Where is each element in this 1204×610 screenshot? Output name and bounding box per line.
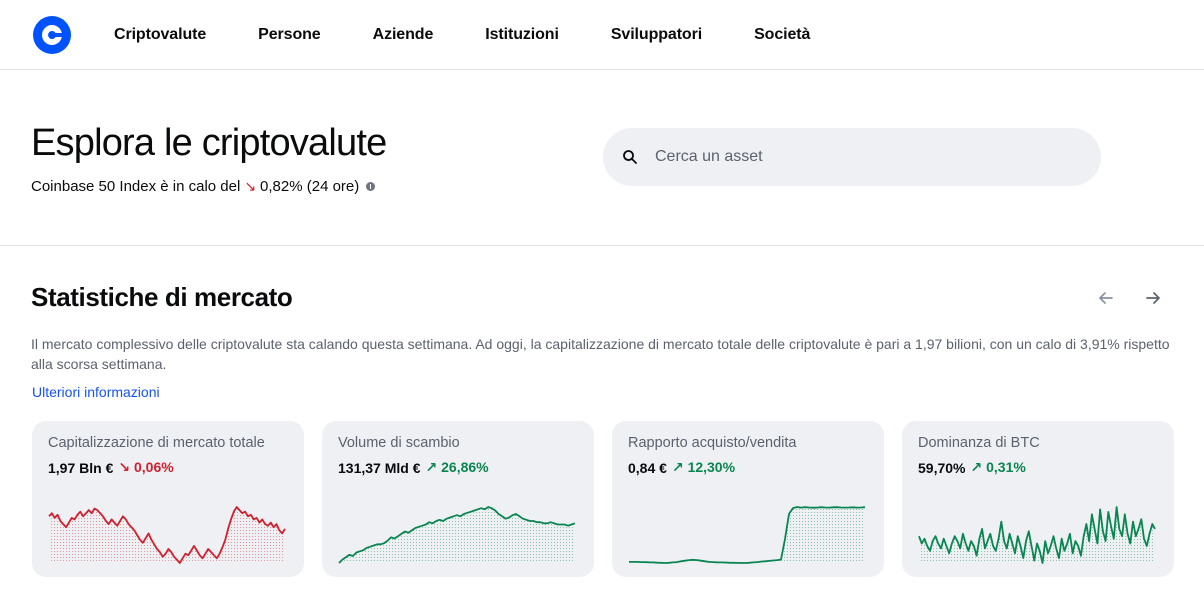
stat-card-buy-sell-ratio[interactable]: Rapporto acquisto/vendita 0,84 € ↗ 12,30… bbox=[612, 421, 884, 577]
trend-down-icon: ↘ bbox=[244, 178, 257, 194]
card-value-text: 59,70% bbox=[918, 459, 966, 476]
arrow-left-icon[interactable] bbox=[1096, 288, 1116, 308]
stat-card-btc-dominance[interactable]: Dominanza di BTC 59,70% ↗ 0,31% bbox=[902, 421, 1174, 577]
info-icon[interactable] bbox=[366, 182, 376, 191]
card-change-value: 12,30% bbox=[687, 459, 736, 475]
card-value-text: 0,84 € bbox=[628, 459, 667, 476]
nav-links: Criptovalute Persone Aziende Istituzioni… bbox=[114, 0, 862, 70]
card-change: ↗ 0,31% bbox=[970, 459, 1025, 476]
trend-up-icon: ↗ bbox=[970, 459, 983, 475]
nav-item-societa[interactable]: Società bbox=[754, 26, 810, 44]
page-title: Esplora le criptovalute bbox=[31, 122, 387, 164]
search-icon bbox=[623, 150, 637, 164]
sparkline-area bbox=[629, 507, 865, 563]
search-bar[interactable] bbox=[603, 128, 1101, 186]
top-nav: Criptovalute Persone Aziende Istituzioni… bbox=[0, 0, 1204, 70]
index-summary: Coinbase 50 Index è in calo del ↘ 0,82% … bbox=[31, 178, 376, 195]
index-summary-text: Coinbase 50 Index è in calo del bbox=[31, 178, 241, 195]
card-change: ↗ 26,86% bbox=[426, 459, 489, 476]
nav-item-persone[interactable]: Persone bbox=[258, 26, 321, 44]
nav-item-criptovalute[interactable]: Criptovalute bbox=[114, 26, 206, 44]
coinbase-logo[interactable] bbox=[32, 15, 72, 55]
card-value: 131,37 Mld € ↗ 26,86% bbox=[338, 459, 489, 476]
trend-up-icon: ↗ bbox=[671, 459, 684, 475]
stat-card-market-cap[interactable]: Capitalizzazione di mercato totale 1,97 … bbox=[32, 421, 304, 577]
card-value-text: 1,97 Bln € bbox=[48, 459, 114, 476]
card-change: ↗ 12,30% bbox=[672, 459, 735, 476]
nav-item-aziende[interactable]: Aziende bbox=[373, 26, 434, 44]
card-title: Capitalizzazione di mercato totale bbox=[48, 435, 265, 451]
trend-down-icon: ↘ bbox=[118, 459, 131, 475]
card-value-text: 131,37 Mld € bbox=[338, 459, 421, 476]
nav-item-sviluppatori[interactable]: Sviluppatori bbox=[611, 26, 702, 44]
trend-up-icon: ↗ bbox=[425, 459, 438, 475]
arrow-right-icon[interactable] bbox=[1143, 288, 1163, 308]
stat-card-volume[interactable]: Volume di scambio 131,37 Mld € ↗ 26,86% bbox=[322, 421, 594, 577]
search-input[interactable] bbox=[655, 128, 1075, 186]
sparkline-area bbox=[919, 507, 1155, 563]
more-info-link[interactable]: Ulteriori informazioni bbox=[32, 384, 160, 400]
index-change-value: 0,82% (24 ore) bbox=[260, 178, 360, 195]
card-title: Dominanza di BTC bbox=[918, 435, 1040, 451]
card-title: Rapporto acquisto/vendita bbox=[628, 435, 797, 451]
hero-section: Esplora le criptovalute Coinbase 50 Inde… bbox=[0, 70, 1204, 246]
card-title: Volume di scambio bbox=[338, 435, 460, 451]
market-stats-title: Statistiche di mercato bbox=[31, 282, 293, 312]
card-value: 0,84 € ↗ 12,30% bbox=[628, 459, 735, 476]
card-change: ↘ 0,06% bbox=[118, 459, 173, 476]
nav-item-istituzioni[interactable]: Istituzioni bbox=[485, 26, 559, 44]
card-value: 59,70% ↗ 0,31% bbox=[918, 459, 1026, 476]
card-change-value: 0,06% bbox=[134, 459, 174, 475]
market-stats-description: Il mercato complessivo delle criptovalut… bbox=[31, 336, 1170, 372]
card-value: 1,97 Bln € ↘ 0,06% bbox=[48, 459, 174, 476]
card-change-value: 0,31% bbox=[986, 459, 1026, 475]
card-change-value: 26,86% bbox=[441, 459, 489, 475]
